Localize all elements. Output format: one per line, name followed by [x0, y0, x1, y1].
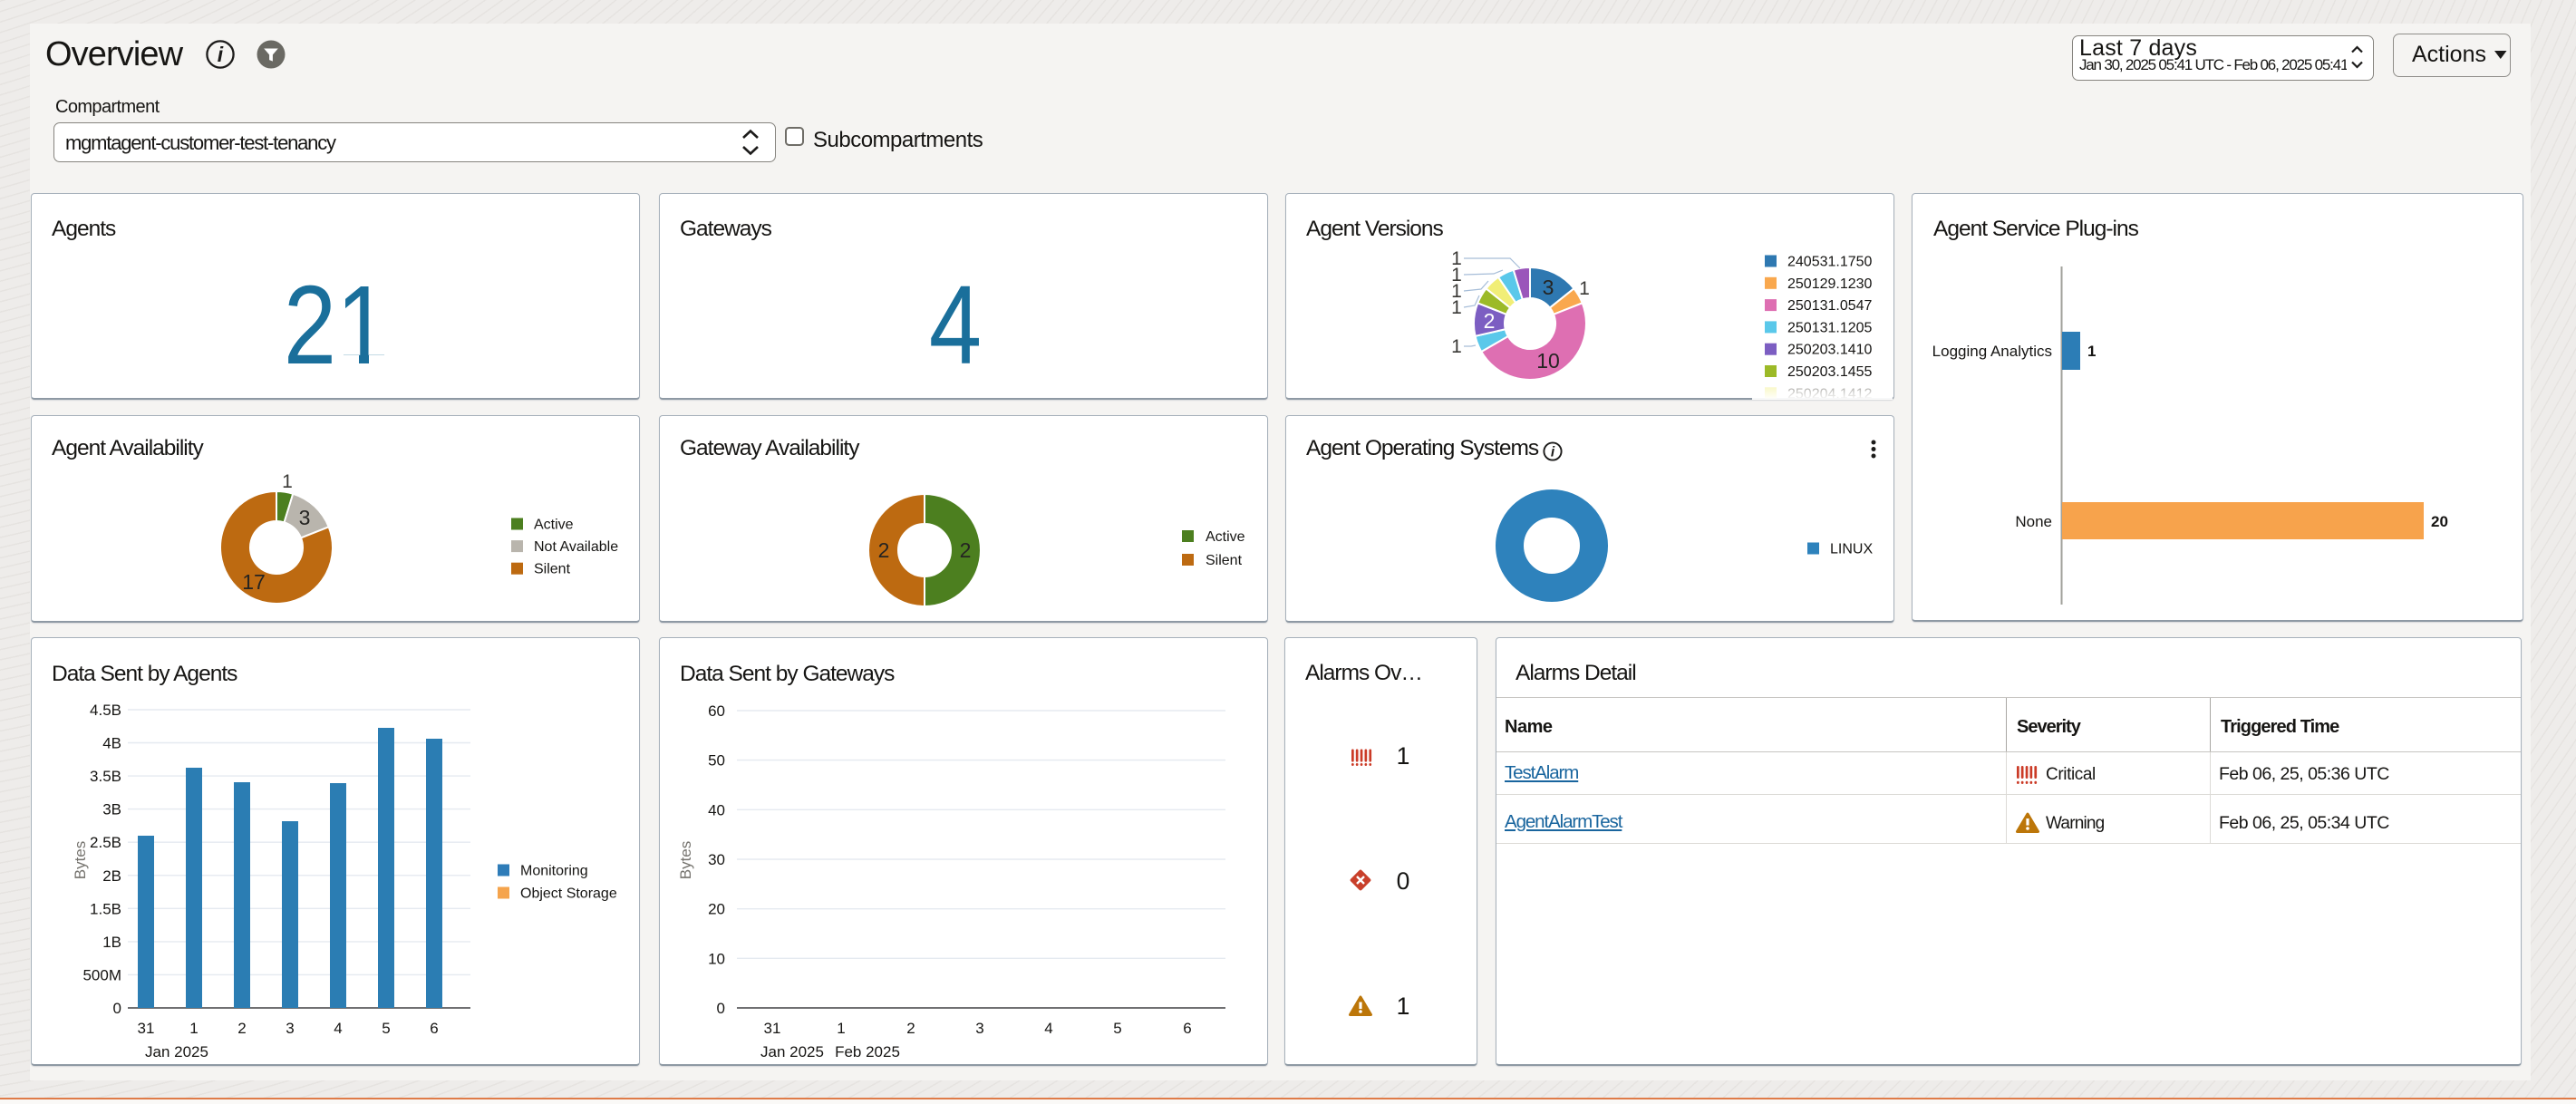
- svg-text:2: 2: [906, 1020, 915, 1037]
- svg-text:1: 1: [2087, 343, 2096, 360]
- svg-text:2: 2: [1484, 309, 1496, 333]
- svg-text:3: 3: [286, 1020, 294, 1037]
- svg-text:Feb 2025: Feb 2025: [835, 1043, 900, 1060]
- svg-text:Jan 2025: Jan 2025: [145, 1043, 208, 1060]
- svg-text:3B: 3B: [102, 801, 121, 818]
- svg-text:1.5B: 1.5B: [90, 900, 121, 917]
- svg-text:0: 0: [113, 1000, 121, 1017]
- svg-text:Active: Active: [1206, 529, 1245, 545]
- svg-text:1: 1: [282, 471, 293, 492]
- svg-text:1: 1: [1397, 742, 1410, 770]
- svg-text:0: 0: [717, 1000, 725, 1017]
- svg-text:250131.1205: 250131.1205: [1787, 320, 1873, 335]
- svg-text:3: 3: [299, 506, 311, 529]
- svg-text:50: 50: [708, 752, 725, 770]
- svg-text:2: 2: [878, 538, 890, 562]
- svg-text:6: 6: [430, 1020, 438, 1037]
- svg-text:20: 20: [708, 901, 725, 918]
- svg-text:31: 31: [138, 1020, 155, 1037]
- svg-text:60: 60: [708, 702, 725, 720]
- svg-text:2: 2: [237, 1020, 246, 1037]
- svg-text:Jan 2025: Jan 2025: [760, 1043, 824, 1060]
- svg-text:250131.0547: 250131.0547: [1787, 298, 1873, 314]
- svg-text:3: 3: [1543, 276, 1554, 299]
- svg-text:10: 10: [708, 950, 725, 967]
- svg-text:4B: 4B: [102, 735, 121, 752]
- svg-text:5: 5: [1113, 1020, 1121, 1037]
- svg-text:240531.1750: 240531.1750: [1787, 255, 1873, 270]
- svg-text:Object Storage: Object Storage: [520, 886, 617, 902]
- svg-text:Silent: Silent: [534, 562, 571, 577]
- svg-text:1: 1: [1397, 993, 1410, 1020]
- svg-text:Monitoring: Monitoring: [520, 864, 588, 879]
- svg-text:i: i: [218, 43, 224, 66]
- svg-text:4.5B: 4.5B: [90, 702, 121, 719]
- svg-text:31: 31: [764, 1020, 781, 1037]
- svg-text:250129.1230: 250129.1230: [1787, 276, 1873, 292]
- svg-text:0: 0: [1397, 867, 1410, 895]
- svg-text:2B: 2B: [102, 867, 121, 885]
- svg-text:Bytes: Bytes: [677, 841, 694, 880]
- svg-text:2.5B: 2.5B: [90, 834, 121, 851]
- svg-text:Bytes: Bytes: [72, 841, 89, 880]
- svg-text:17: 17: [242, 570, 266, 594]
- svg-text:Silent: Silent: [1206, 553, 1243, 568]
- svg-text:1: 1: [837, 1020, 845, 1037]
- svg-text:6: 6: [1183, 1020, 1191, 1037]
- svg-text:40: 40: [708, 801, 725, 818]
- svg-text:Not Available: Not Available: [534, 539, 618, 555]
- svg-text:1: 1: [189, 1020, 198, 1037]
- svg-text:Active: Active: [534, 518, 574, 533]
- svg-text:LINUX: LINUX: [1830, 542, 1873, 557]
- svg-text:20: 20: [2431, 513, 2448, 530]
- svg-text:1: 1: [1451, 336, 1462, 357]
- svg-text:250203.1455: 250203.1455: [1787, 364, 1873, 380]
- svg-text:None: None: [2015, 513, 2052, 530]
- svg-text:1B: 1B: [102, 934, 121, 951]
- svg-text:500M: 500M: [82, 966, 121, 983]
- svg-text:10: 10: [1536, 349, 1560, 373]
- svg-text:1: 1: [1451, 297, 1462, 318]
- svg-text:250203.1410: 250203.1410: [1787, 343, 1873, 358]
- svg-text:3.5B: 3.5B: [90, 768, 121, 785]
- svg-text:30: 30: [708, 851, 725, 868]
- svg-text:5: 5: [382, 1020, 390, 1037]
- svg-text:4: 4: [334, 1020, 342, 1037]
- svg-text:2: 2: [960, 538, 972, 562]
- svg-text:3: 3: [975, 1020, 983, 1037]
- svg-text:Logging Analytics: Logging Analytics: [1932, 343, 2052, 360]
- svg-text:1: 1: [1579, 278, 1590, 299]
- svg-text:4: 4: [1044, 1020, 1052, 1037]
